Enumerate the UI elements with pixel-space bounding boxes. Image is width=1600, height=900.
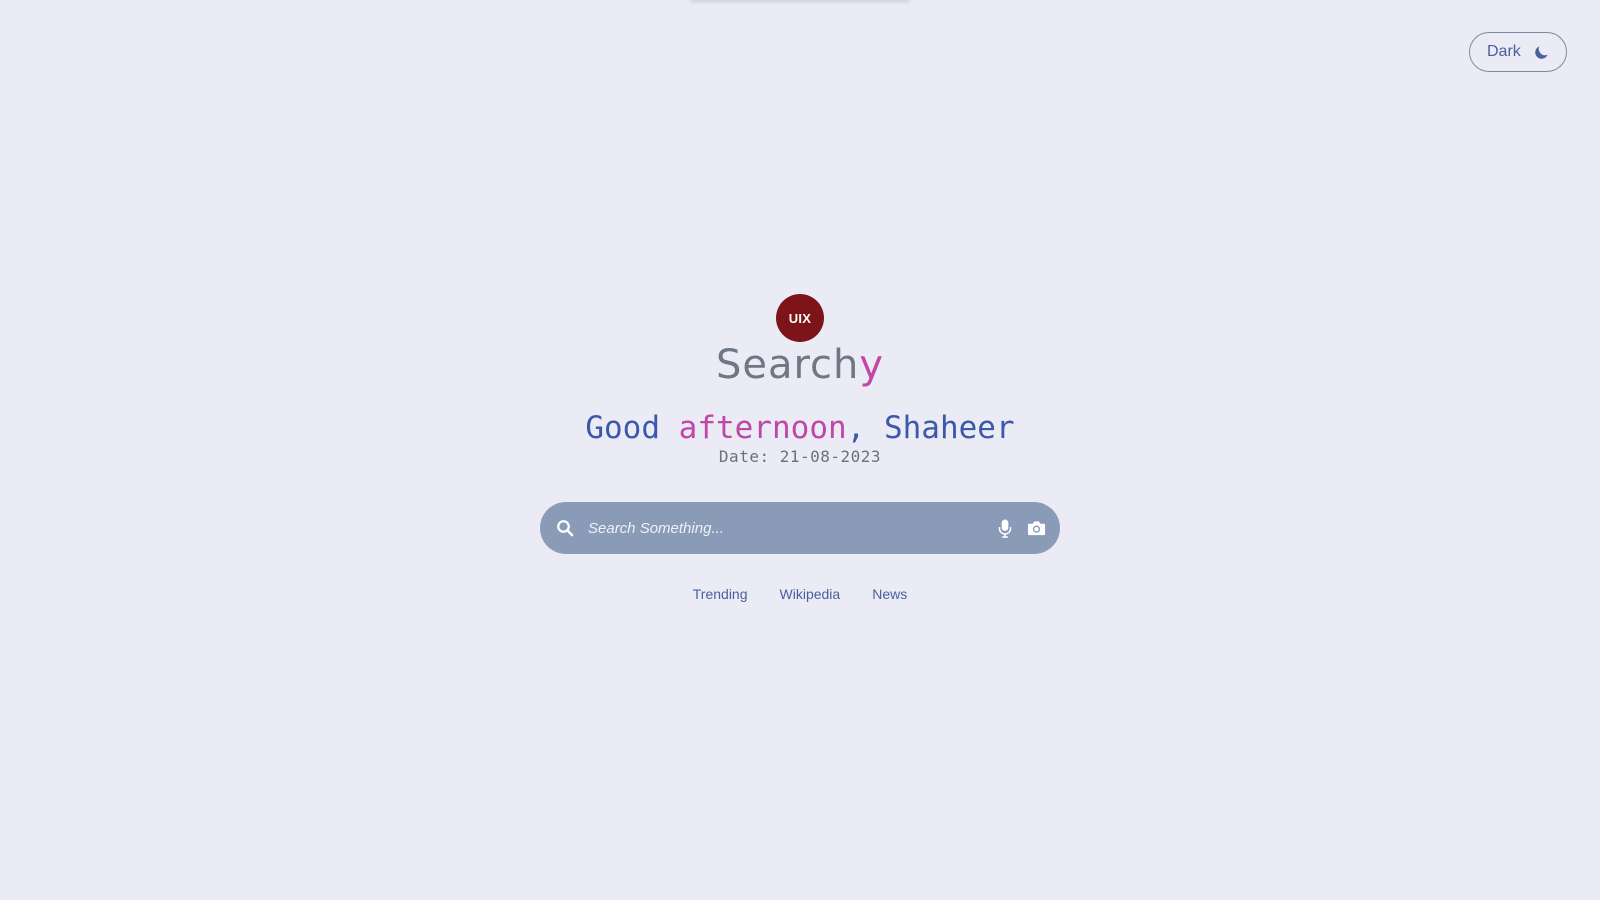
main-content: UIX Searchy Good afternoon, Shaheer Date… — [0, 0, 1600, 900]
microphone-icon[interactable] — [998, 518, 1012, 538]
greeting-heading: Good afternoon, Shaheer — [400, 406, 1200, 450]
quick-links: Trending Wikipedia News — [600, 586, 1000, 602]
date-line: Date: 21-08-2023 — [600, 447, 1000, 467]
greeting-prefix: Good — [585, 410, 679, 446]
logo-badge-text: UIX — [788, 310, 812, 326]
brand-accent: y — [859, 342, 885, 388]
greeting-period: afternoon — [678, 410, 847, 446]
link-wikipedia[interactable]: Wikipedia — [780, 586, 841, 602]
logo-badge: UIX — [776, 294, 824, 342]
greeting-separator: , — [846, 410, 884, 446]
link-trending[interactable]: Trending — [693, 586, 748, 602]
search-input[interactable] — [588, 513, 988, 543]
search-bar — [540, 502, 1060, 554]
greeting-name: Shaheer — [883, 410, 1015, 446]
search-icon[interactable] — [556, 519, 574, 537]
date-label: Date: — [718, 447, 770, 466]
camera-icon[interactable] — [1027, 520, 1046, 536]
brand-main: Search — [715, 342, 860, 388]
date-value: 21-08-2023 — [779, 447, 882, 466]
link-news[interactable]: News — [872, 586, 907, 602]
brand-wordmark: Searchy — [700, 337, 900, 393]
